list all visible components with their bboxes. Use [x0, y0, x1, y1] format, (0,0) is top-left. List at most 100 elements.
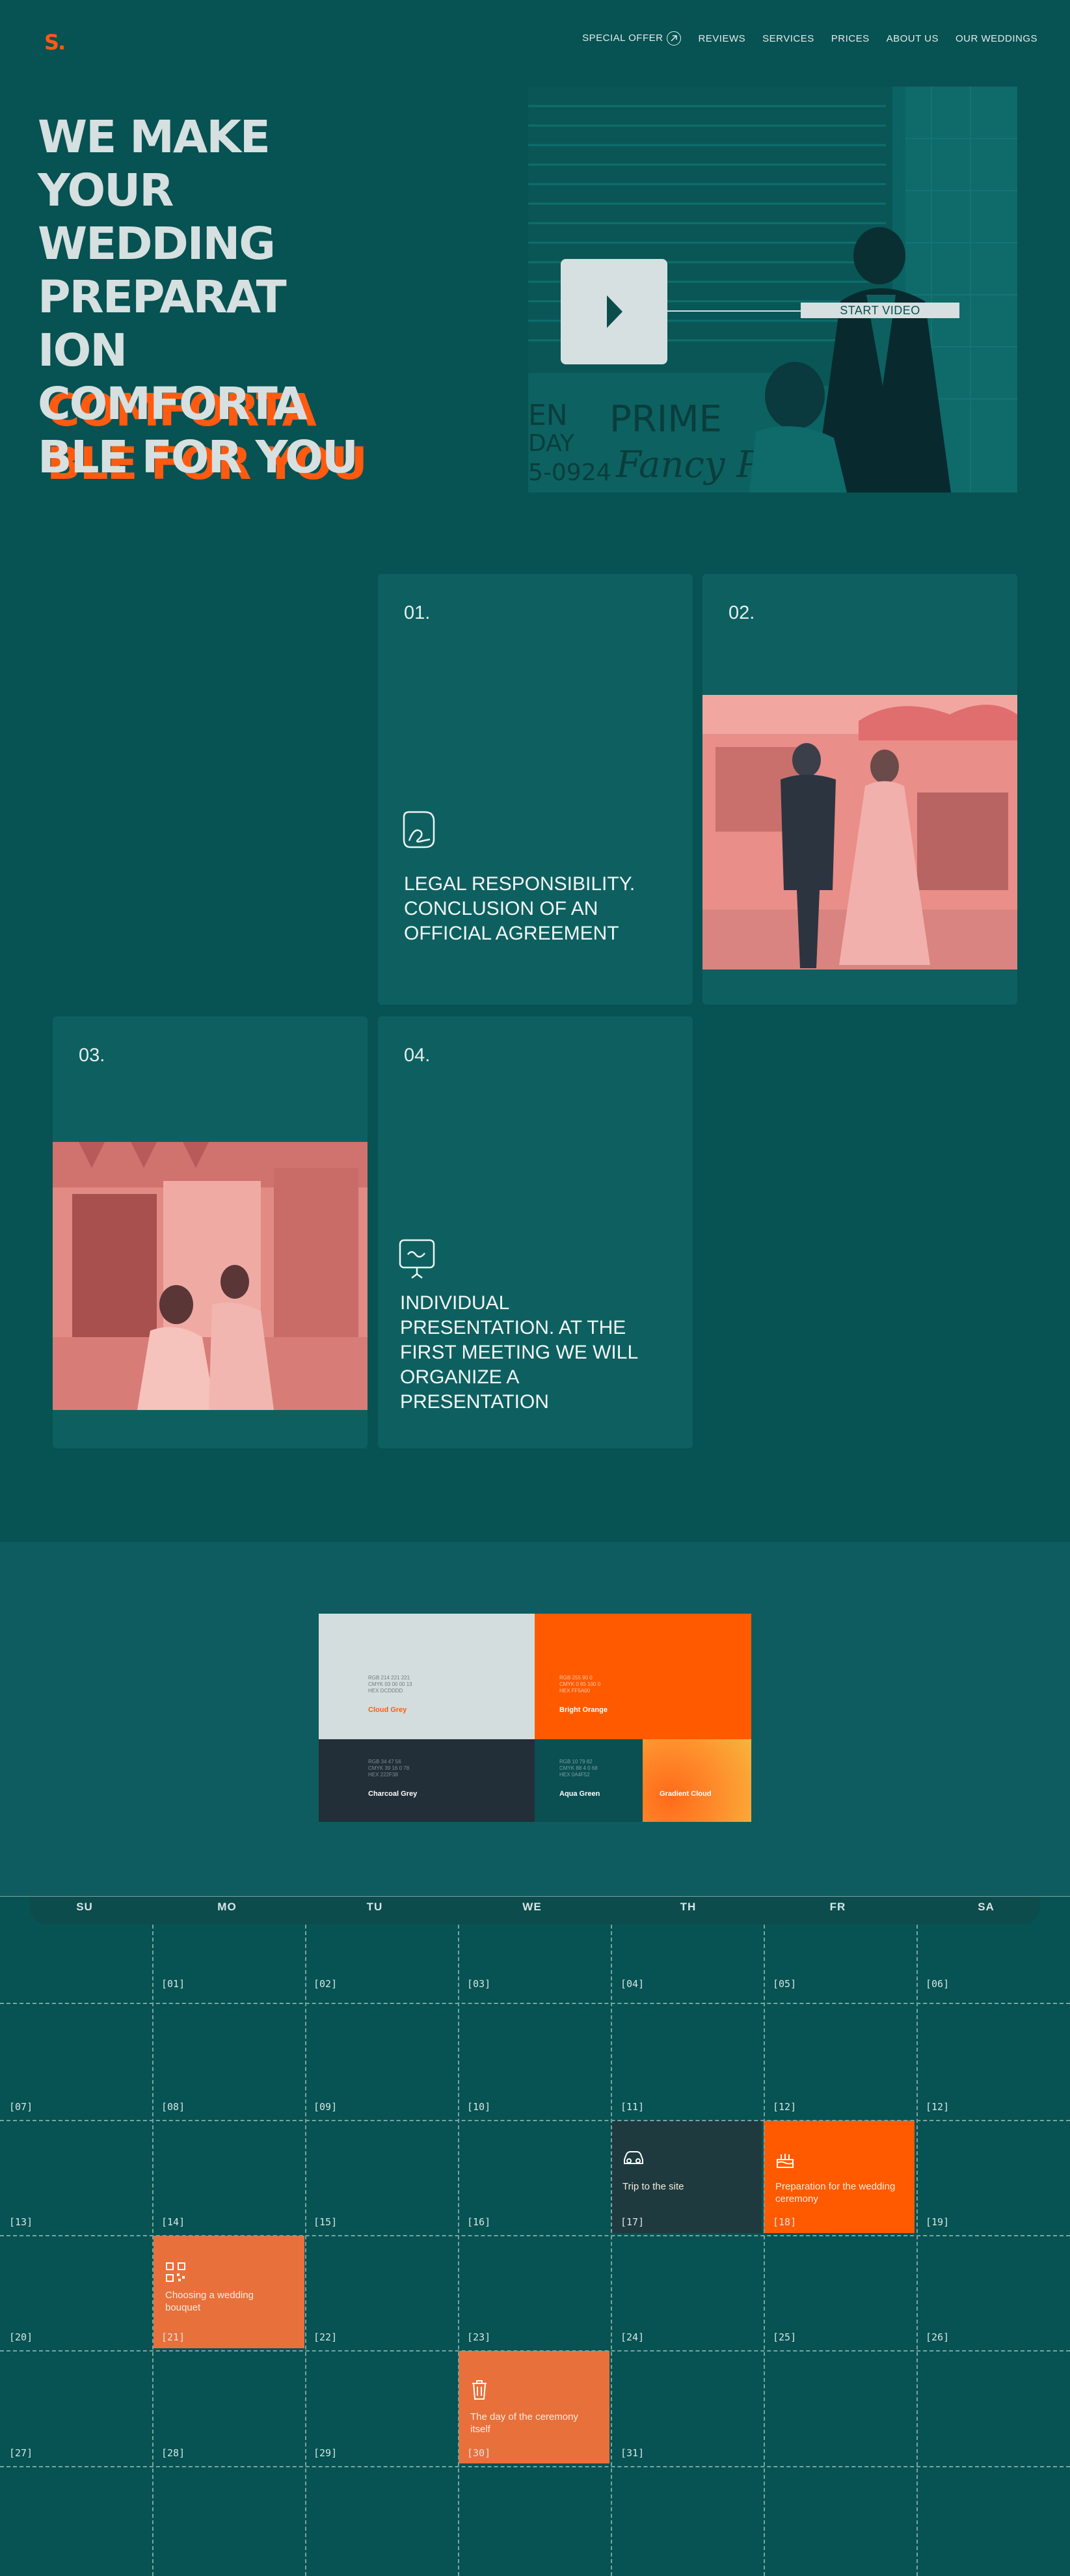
calendar-grid-line [611, 1925, 612, 2576]
day-header-sa: SA [978, 1901, 995, 1913]
service-card-text: INDIVIDUAL PRESENTATION. AT THE FIRST ME… [400, 1292, 638, 1413]
swatch-meta: RGB 10 79 82 CMYK 88 4 0 68 HEX 0A4F52 [559, 1759, 598, 1778]
hero-title-line: WE MAKE [38, 111, 271, 163]
calendar-grid-line [916, 1925, 918, 2576]
date-label[interactable]: [12] [926, 2101, 949, 2113]
date-label[interactable]: [21] [161, 2331, 185, 2343]
date-label[interactable]: [06] [926, 1978, 949, 1990]
date-label[interactable]: [10] [467, 2101, 490, 2113]
day-header-fr: FR [829, 1901, 846, 1913]
date-label[interactable]: [20] [9, 2331, 33, 2343]
date-label[interactable]: [26] [926, 2331, 949, 2343]
calendar-grid-line [152, 1925, 154, 2576]
date-label[interactable]: [17] [621, 2216, 644, 2228]
date-label[interactable]: [15] [314, 2216, 337, 2228]
calendar-grid-line [305, 1925, 306, 2576]
hero-title-line: WEDDING [38, 218, 276, 270]
date-label[interactable]: [28] [161, 2447, 185, 2459]
swatch-bright-orange: RGB 255 90 0 CMYK 0 65 100 0 HEX FF5A00 … [535, 1614, 751, 1739]
calendar-grid-line [0, 2120, 1070, 2121]
nav-our-weddings[interactable]: OUR WEDDINGS [956, 33, 1037, 44]
swatch-aqua-green: RGB 10 79 82 CMYK 88 4 0 68 HEX 0A4F52 A… [535, 1739, 643, 1822]
date-label[interactable]: [05] [773, 1978, 796, 1990]
service-card-02[interactable]: 02. [702, 574, 1017, 1005]
svg-text:DAY: DAY [528, 430, 575, 457]
service-card-number: 02. [729, 603, 755, 623]
swatch-meta: RGB 214 221 221 CMYK 03 00 00 13 HEX DCD… [368, 1675, 412, 1694]
date-label[interactable]: [08] [161, 2101, 185, 2113]
service-card-number: 01. [404, 603, 431, 623]
main-nav: SPECIAL OFFER REVIEWS SERVICES PRICES AB… [582, 29, 1037, 46]
play-button[interactable] [561, 259, 667, 364]
service-card-number: 03. [79, 1045, 105, 1066]
date-label[interactable]: [14] [161, 2216, 185, 2228]
service-card-legal[interactable]: 01. LEGAL RESPONSIBILITY. CONCLUSION OF … [378, 574, 693, 1005]
signature-icon [403, 811, 435, 848]
nav-services[interactable]: SERVICES [762, 33, 814, 44]
event-title: Choosing a wedding bouquet [165, 2290, 254, 2313]
nav-about-us[interactable]: ABOUT US [887, 29, 939, 46]
date-label[interactable]: [29] [314, 2447, 337, 2459]
svg-text:Fancy P: Fancy P [615, 444, 762, 486]
date-label[interactable]: [04] [621, 1978, 644, 1990]
logo[interactable]: S. [44, 30, 66, 55]
date-label[interactable]: [19] [926, 2216, 949, 2228]
date-label[interactable]: [18] [773, 2216, 796, 2228]
service-card-presentation[interactable]: 04. INDIVIDUAL PRESENTATION. AT THE FIRS… [378, 1016, 693, 1448]
qr-code-icon [166, 2262, 185, 2282]
calendar-grid-line [0, 2003, 1070, 2004]
calendar-grid-line [458, 1925, 459, 2576]
date-label[interactable]: [13] [9, 2216, 33, 2228]
date-label[interactable]: [11] [621, 2101, 644, 2113]
swatch-name: Bright Orange [559, 1706, 608, 1714]
nav-reviews[interactable]: REVIEWS [698, 33, 745, 44]
date-label[interactable]: [16] [467, 2216, 490, 2228]
date-label[interactable]: [02] [314, 1978, 337, 1990]
start-video-label[interactable]: START VIDEO [801, 303, 959, 318]
swatch-gradient-cloud: Gradient Cloud [643, 1739, 751, 1822]
date-label[interactable]: [31] [621, 2447, 644, 2459]
swatch-meta: RGB 34 47 56 CMYK 39 16 0 78 HEX 222F38 [368, 1759, 410, 1778]
date-label[interactable]: [12] [773, 2101, 796, 2113]
swatch-cloud-grey: RGB 214 221 221 CMYK 03 00 00 13 HEX DCD… [319, 1614, 535, 1739]
day-header-tu: TU [366, 1901, 383, 1913]
hero-title-line: YOUR [38, 165, 174, 217]
couple-street-photo [702, 695, 1017, 969]
arrow-up-right-icon [667, 31, 682, 46]
hero-title-line-accent: BLE FOR YOU [38, 431, 358, 483]
calendar-grid-line [0, 2235, 1070, 2236]
swatch-charcoal-grey: RGB 34 47 56 CMYK 39 16 0 78 HEX 222F38 … [319, 1739, 535, 1822]
date-label[interactable]: [03] [467, 1978, 490, 1990]
swatch-meta: RGB 255 90 0 CMYK 0 65 100 0 HEX FF5A00 [559, 1675, 601, 1694]
service-card-03[interactable]: 03. [53, 1016, 368, 1448]
date-label[interactable]: [09] [314, 2101, 337, 2113]
svg-text:PRIME: PRIME [609, 398, 722, 441]
service-card-text: LEGAL RESPONSIBILITY. CONCLUSION OF AN O… [404, 873, 635, 944]
date-label[interactable]: [30] [467, 2447, 490, 2459]
calendar-grid-line [764, 1925, 765, 2576]
event-title: Trip to the site [622, 2181, 684, 2192]
swatch-name: Aqua Green [559, 1790, 600, 1798]
calendar-grid-line [0, 2350, 1070, 2352]
svg-text:EN: EN [528, 399, 568, 432]
date-label[interactable]: [07] [9, 2101, 33, 2113]
hero-title-line: PREPARAT [38, 271, 287, 323]
date-label[interactable]: [24] [621, 2331, 644, 2343]
day-header-we: WE [522, 1901, 542, 1913]
hero-title-line-accent: COMFORTA [38, 378, 308, 430]
event-title: Preparation for the wedding ceremony [775, 2181, 896, 2204]
date-label[interactable]: [27] [9, 2447, 33, 2459]
nav-special-offer-label: SPECIAL OFFER [582, 32, 663, 44]
nav-prices[interactable]: PRICES [831, 33, 870, 44]
date-label[interactable]: [22] [314, 2331, 337, 2343]
date-label[interactable]: [25] [773, 2331, 796, 2343]
day-header-th: TH [680, 1901, 697, 1913]
swatch-name: Gradient Cloud [660, 1790, 712, 1798]
calendar-grid-line [0, 2466, 1070, 2467]
nav-special-offer[interactable]: SPECIAL OFFER [582, 31, 682, 46]
event-title: The day of the ceremony itself [470, 2411, 578, 2435]
date-label[interactable]: [23] [467, 2331, 490, 2343]
swatch-name: Charcoal Grey [368, 1790, 418, 1798]
date-label[interactable]: [01] [161, 1978, 185, 1990]
play-icon [607, 295, 622, 328]
